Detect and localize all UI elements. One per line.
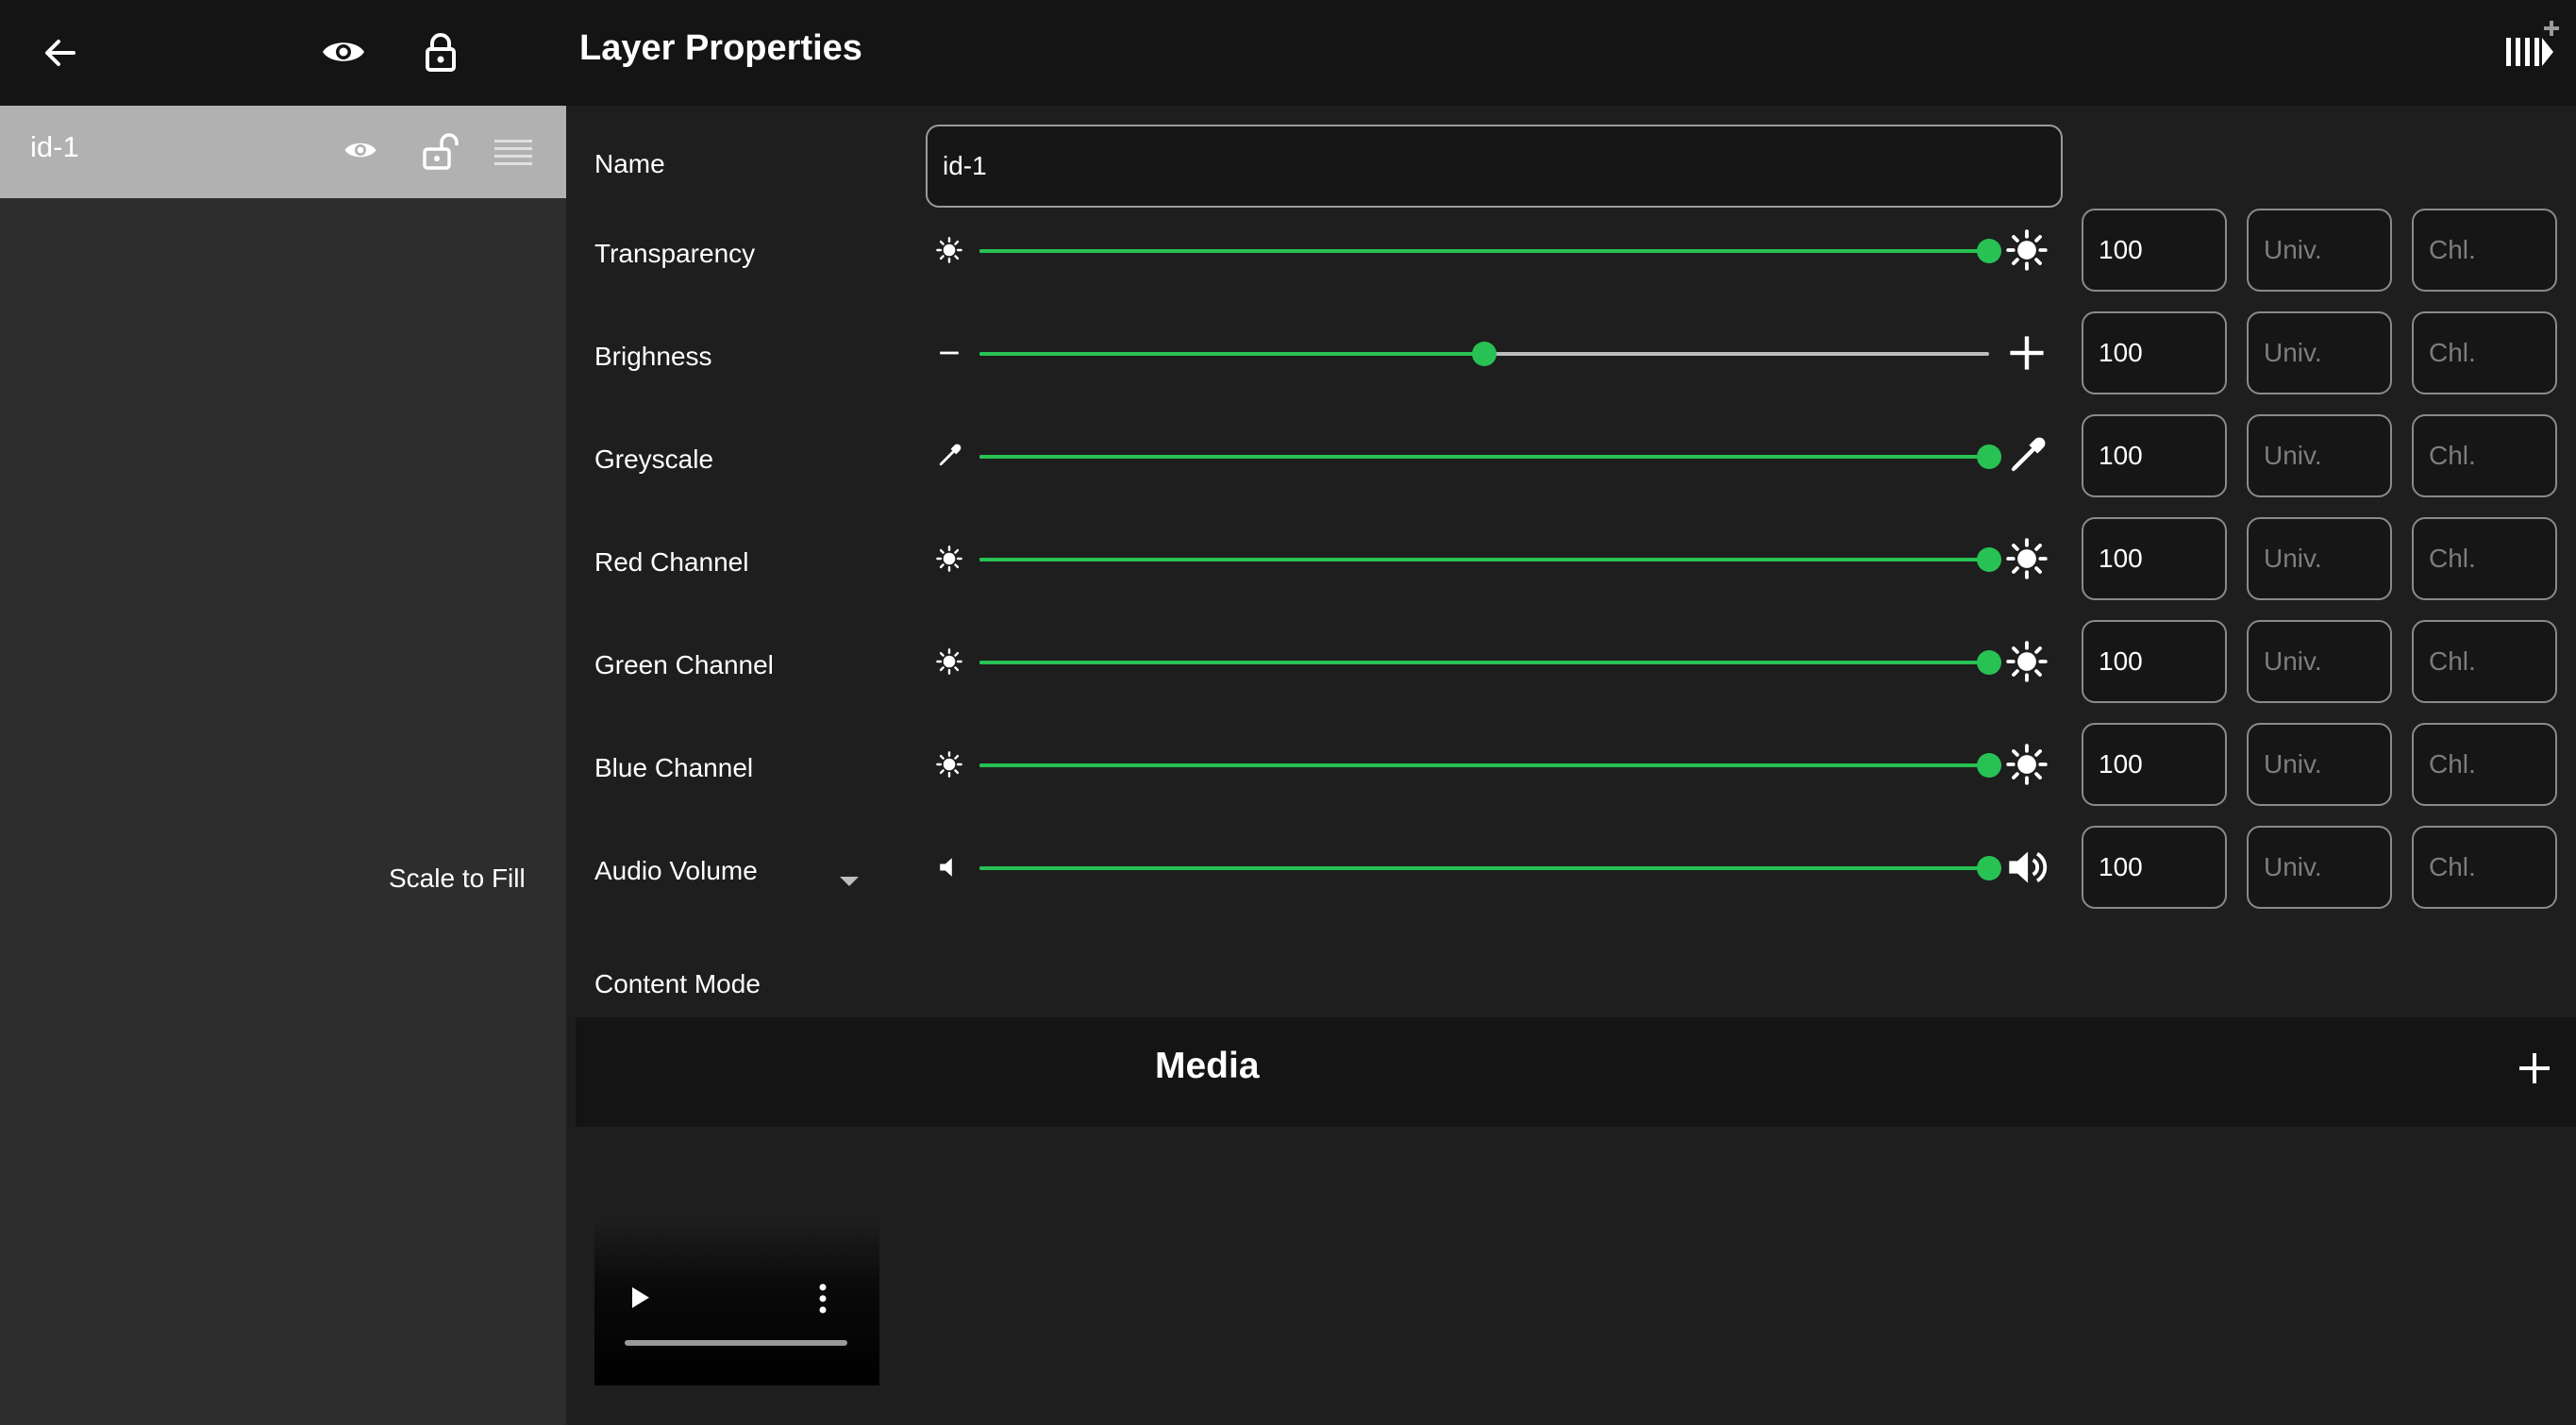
media-progress-bar[interactable] xyxy=(625,1340,847,1346)
slider-fill xyxy=(979,558,1989,562)
channel-field[interactable]: Chl. xyxy=(2412,826,2557,909)
slider-fill xyxy=(979,455,1989,459)
property-slider[interactable] xyxy=(979,335,1989,373)
more-vert-icon[interactable] xyxy=(813,1283,832,1314)
slider-thumb[interactable] xyxy=(1472,342,1497,366)
property-label: Transparency xyxy=(594,239,756,268)
eye-icon[interactable] xyxy=(321,36,366,68)
value-field[interactable]: 100 xyxy=(2082,414,2227,497)
sun-large-icon xyxy=(2006,538,2048,584)
lock-icon[interactable] xyxy=(425,32,457,72)
plus-icon xyxy=(2006,332,2048,378)
property-label: Green Channel xyxy=(594,650,774,679)
universe-field[interactable]: Univ. xyxy=(2247,620,2392,703)
sun-large-icon xyxy=(2006,744,2048,790)
slider-thumb[interactable] xyxy=(1977,650,2001,675)
property-slider[interactable] xyxy=(979,232,2001,270)
sun-small-icon xyxy=(936,648,962,679)
channel-field[interactable]: Chl. xyxy=(2412,414,2557,497)
channel-field[interactable]: Chl. xyxy=(2412,311,2557,394)
slider-fill xyxy=(979,661,1989,664)
slider-thumb[interactable] xyxy=(1977,753,2001,778)
value-field[interactable]: 100 xyxy=(2082,311,2227,394)
property-label: Red Channel xyxy=(594,547,749,577)
media-list xyxy=(576,1127,2576,1425)
unlock-icon[interactable] xyxy=(423,132,459,170)
eye-icon[interactable] xyxy=(343,138,377,162)
media-title: Media xyxy=(1155,1046,1260,1086)
universe-field[interactable]: Univ. xyxy=(2247,414,2392,497)
slider-fill xyxy=(979,352,1484,356)
name-label: Name xyxy=(594,149,665,178)
left-toolbar xyxy=(0,0,566,106)
layer-name: id-1 xyxy=(30,130,79,163)
property-slider[interactable] xyxy=(979,438,2001,476)
layer-properties-panel: Name Transparency 100Univ.Chl.Brighness … xyxy=(566,106,2576,1017)
property-label: Greyscale xyxy=(594,444,714,474)
slider-thumb[interactable] xyxy=(1977,856,2001,880)
channel-field[interactable]: Chl. xyxy=(2412,620,2557,703)
universe-field[interactable]: Univ. xyxy=(2247,209,2392,292)
universe-field[interactable]: Univ. xyxy=(2247,723,2392,806)
add-media-icon[interactable] xyxy=(2517,1051,2551,1085)
page-title: Layer Properties xyxy=(579,28,862,68)
property-slider[interactable] xyxy=(979,644,2001,681)
value-field[interactable]: 100 xyxy=(2082,209,2227,292)
value-field[interactable]: 100 xyxy=(2082,620,2227,703)
property-slider[interactable] xyxy=(979,541,2001,578)
property-row: Transparency 100 Univ. Chl. xyxy=(566,209,2576,303)
property-slider[interactable] xyxy=(979,746,2001,784)
channel-field[interactable]: Chl. xyxy=(2412,209,2557,292)
value-field[interactable]: 100 xyxy=(2082,723,2227,806)
property-slider[interactable] xyxy=(979,849,2001,887)
property-label: Audio Volume xyxy=(594,856,758,885)
media-thumbnail[interactable] xyxy=(594,1219,879,1385)
slider-fill xyxy=(979,249,1989,253)
universe-field[interactable]: Univ. xyxy=(2247,826,2392,909)
sun-small-icon xyxy=(936,237,962,268)
property-row: Red Channel 100 Univ. Chl. xyxy=(566,517,2576,612)
layer-row[interactable]: id-1 xyxy=(0,106,566,198)
channel-field[interactable]: Chl. xyxy=(2412,723,2557,806)
sun-large-icon xyxy=(2006,229,2048,276)
back-arrow-icon[interactable] xyxy=(42,34,79,72)
property-row: Audio Volume 100 Univ. Chl. xyxy=(566,826,2576,920)
slider-fill xyxy=(979,866,1989,870)
minus-icon xyxy=(936,340,962,371)
sun-small-icon xyxy=(936,751,962,782)
value-field[interactable]: 100 xyxy=(2082,517,2227,600)
slider-thumb[interactable] xyxy=(1977,444,2001,469)
channel-field[interactable]: Chl. xyxy=(2412,517,2557,600)
chevron-down-icon[interactable] xyxy=(840,877,859,886)
content-mode-label: Content Mode xyxy=(594,969,761,998)
speaker-small-icon xyxy=(936,854,962,885)
property-row: Blue Channel 100 Univ. Chl. xyxy=(566,723,2576,817)
add-column-icon[interactable] xyxy=(2504,19,2561,72)
content-mode-select[interactable]: Scale to Fill xyxy=(389,863,526,894)
sun-small-icon xyxy=(936,545,962,577)
slider-thumb[interactable] xyxy=(1977,239,2001,263)
eyedropper-small-icon xyxy=(936,443,962,474)
property-label: Blue Channel xyxy=(594,753,754,782)
drag-handle-icon[interactable] xyxy=(494,138,532,166)
property-row: Greyscale 100 Univ. Chl. xyxy=(566,414,2576,509)
speaker-large-icon xyxy=(2006,847,2048,893)
slider-thumb[interactable] xyxy=(1977,547,2001,572)
universe-field[interactable]: Univ. xyxy=(2247,311,2392,394)
header: Layer Properties xyxy=(566,0,2576,106)
universe-field[interactable]: Univ. xyxy=(2247,517,2392,600)
layer-list: id-1 xyxy=(0,106,566,1425)
slider-fill xyxy=(979,763,1989,767)
property-row: Brighness 100 Univ. Chl. xyxy=(566,311,2576,406)
property-row: Green Channel 100 Univ. Chl. xyxy=(566,620,2576,714)
play-icon[interactable] xyxy=(630,1285,651,1310)
value-field[interactable]: 100 xyxy=(2082,826,2227,909)
eyedropper-large-icon xyxy=(2006,435,2048,481)
sun-large-icon xyxy=(2006,641,2048,687)
name-input[interactable] xyxy=(926,125,2063,208)
property-label: Brighness xyxy=(594,342,712,371)
media-header: Media xyxy=(576,1017,2576,1127)
